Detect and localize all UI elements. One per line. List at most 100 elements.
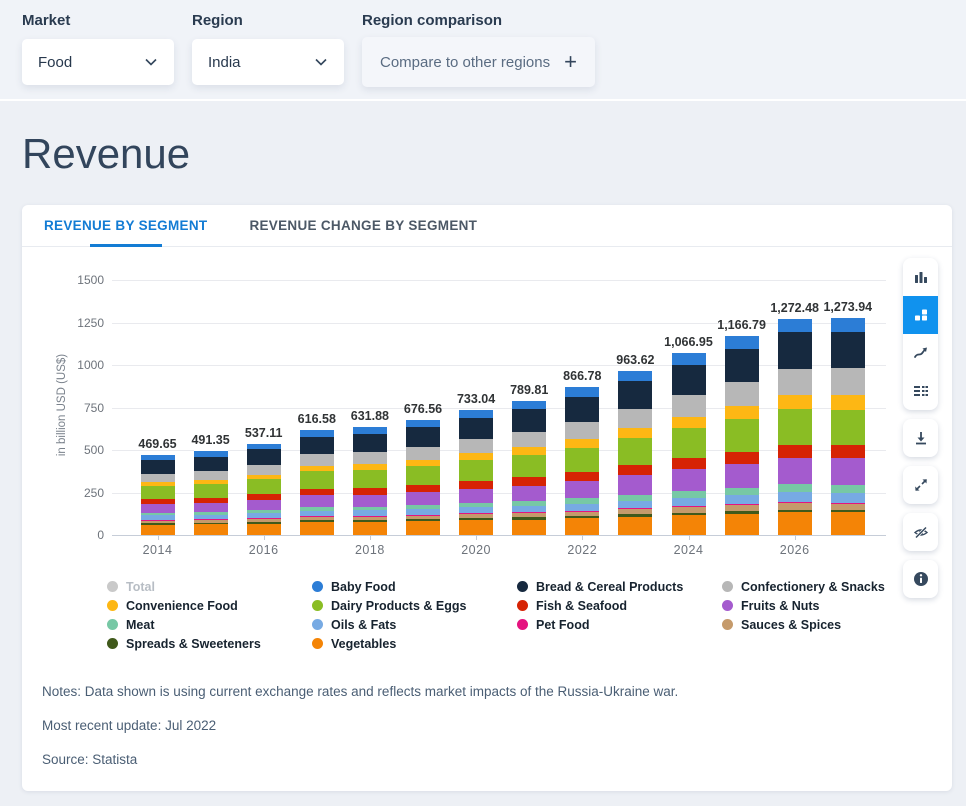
bar-segment-bread-cereal-products[interactable] xyxy=(831,332,865,369)
bar-segment-fish-seafood[interactable] xyxy=(565,472,599,481)
bar-segment-fish-seafood[interactable] xyxy=(778,445,812,458)
bar-segment-sauces-spices[interactable] xyxy=(300,516,334,520)
bar-segment-spreads-sweeteners[interactable] xyxy=(247,522,281,524)
bar-segment-confectionery-snacks[interactable] xyxy=(725,382,759,406)
legend-item-total[interactable]: Total xyxy=(107,577,312,596)
bar-segment-fruits-nuts[interactable] xyxy=(725,464,759,488)
bar-segment-confectionery-snacks[interactable] xyxy=(406,447,440,460)
bar-segment-meat[interactable] xyxy=(672,491,706,498)
bar-segment-dairy-products-eggs[interactable] xyxy=(565,448,599,472)
bar-segment-fish-seafood[interactable] xyxy=(672,458,706,469)
bar-segment-meat[interactable] xyxy=(778,484,812,492)
bar-segment-fish-seafood[interactable] xyxy=(725,452,759,464)
bar-segment-vegetables[interactable] xyxy=(725,514,759,535)
bar-segment-spreads-sweeteners[interactable] xyxy=(300,520,334,522)
data-table-button[interactable] xyxy=(903,372,938,410)
bar-segment-fruits-nuts[interactable] xyxy=(618,475,652,494)
bar-segment-oils-fats[interactable] xyxy=(141,515,175,519)
bar-segment-fruits-nuts[interactable] xyxy=(831,458,865,485)
bar-segment-meat[interactable] xyxy=(725,488,759,495)
bar-segment-spreads-sweeteners[interactable] xyxy=(194,523,228,525)
bar-segment-spreads-sweeteners[interactable] xyxy=(141,523,175,525)
bar-segment-dairy-products-eggs[interactable] xyxy=(459,460,493,481)
bar-segment-fish-seafood[interactable] xyxy=(247,494,281,500)
compare-regions-button[interactable]: Compare to other regions + xyxy=(362,37,595,87)
bar-segment-bread-cereal-products[interactable] xyxy=(406,427,440,447)
bar-segment-bread-cereal-products[interactable] xyxy=(778,332,812,369)
bar-segment-vegetables[interactable] xyxy=(778,512,812,535)
legend-item-pet-food[interactable]: Pet Food xyxy=(517,615,722,634)
bar-segment-sauces-spices[interactable] xyxy=(141,520,175,523)
legend-item-oils-fats[interactable]: Oils & Fats xyxy=(312,615,517,634)
bar-segment-spreads-sweeteners[interactable] xyxy=(725,511,759,513)
legend-item-spreads-sweeteners[interactable]: Spreads & Sweeteners xyxy=(107,634,312,653)
bar-segment-meat[interactable] xyxy=(831,485,865,493)
bar-segment-spreads-sweeteners[interactable] xyxy=(565,516,599,518)
bar-segment-sauces-spices[interactable] xyxy=(565,511,599,516)
download-button[interactable] xyxy=(903,419,938,457)
bar-segment-dairy-products-eggs[interactable] xyxy=(194,484,228,498)
bar-segment-fish-seafood[interactable] xyxy=(194,498,228,503)
bar-segment-bread-cereal-products[interactable] xyxy=(247,449,281,465)
bar-segment-dairy-products-eggs[interactable] xyxy=(778,409,812,444)
bar-segment-convenience-food[interactable] xyxy=(725,406,759,419)
bar-segment-meat[interactable] xyxy=(300,507,334,511)
bar-segment-meat[interactable] xyxy=(565,498,599,503)
bar-segment-bread-cereal-products[interactable] xyxy=(353,434,387,452)
bar-segment-convenience-food[interactable] xyxy=(406,460,440,466)
bar-segment-vegetables[interactable] xyxy=(459,520,493,535)
bar-segment-convenience-food[interactable] xyxy=(141,482,175,485)
bar-segment-fish-seafood[interactable] xyxy=(512,477,546,485)
bar-segment-bread-cereal-products[interactable] xyxy=(725,349,759,383)
bar-segment-meat[interactable] xyxy=(406,505,440,509)
bar-segment-confectionery-snacks[interactable] xyxy=(300,454,334,466)
bar-segment-oils-fats[interactable] xyxy=(300,511,334,516)
bar-segment-baby-food[interactable] xyxy=(300,430,334,437)
bar-segment-fruits-nuts[interactable] xyxy=(141,504,175,512)
bar-segment-confectionery-snacks[interactable] xyxy=(618,409,652,428)
bar-segment-fruits-nuts[interactable] xyxy=(565,481,599,498)
legend-item-dairy-products-eggs[interactable]: Dairy Products & Eggs xyxy=(312,596,517,615)
bar-segment-spreads-sweeteners[interactable] xyxy=(672,513,706,515)
bar-segment-fish-seafood[interactable] xyxy=(353,488,387,495)
bar-segment-vegetables[interactable] xyxy=(672,515,706,535)
bar-segment-oils-fats[interactable] xyxy=(459,507,493,513)
bar-segment-sauces-spices[interactable] xyxy=(353,516,387,520)
bar-segment-bread-cereal-products[interactable] xyxy=(300,437,334,455)
bar-segment-spreads-sweeteners[interactable] xyxy=(618,514,652,516)
bar-segment-oils-fats[interactable] xyxy=(672,498,706,507)
bar-segment-fruits-nuts[interactable] xyxy=(406,492,440,505)
bar-segment-fruits-nuts[interactable] xyxy=(672,469,706,491)
bar-segment-meat[interactable] xyxy=(512,501,546,506)
bar-segment-bread-cereal-products[interactable] xyxy=(618,381,652,409)
bar-segment-convenience-food[interactable] xyxy=(565,439,599,448)
bar-segment-fruits-nuts[interactable] xyxy=(353,495,387,507)
bar-segment-confectionery-snacks[interactable] xyxy=(353,452,387,464)
bar-segment-dairy-products-eggs[interactable] xyxy=(725,419,759,451)
bar-segment-convenience-food[interactable] xyxy=(512,447,546,455)
bar-segment-vegetables[interactable] xyxy=(194,524,228,535)
bar-segment-vegetables[interactable] xyxy=(353,522,387,535)
fullscreen-button[interactable] xyxy=(903,466,938,504)
region-select[interactable]: India xyxy=(192,39,344,85)
legend-item-confectionery-snacks[interactable]: Confectionery & Snacks xyxy=(722,577,927,596)
bar-segment-sauces-spices[interactable] xyxy=(194,519,228,523)
bar-segment-spreads-sweeteners[interactable] xyxy=(512,517,546,519)
bar-segment-sauces-spices[interactable] xyxy=(831,503,865,510)
bar-segment-fish-seafood[interactable] xyxy=(300,489,334,496)
legend-item-fish-seafood[interactable]: Fish & Seafood xyxy=(517,596,722,615)
bar-segment-convenience-food[interactable] xyxy=(300,466,334,471)
bar-segment-vegetables[interactable] xyxy=(831,512,865,535)
bar-segment-baby-food[interactable] xyxy=(831,318,865,331)
bar-segment-meat[interactable] xyxy=(353,507,387,511)
hide-legend-button[interactable] xyxy=(903,513,938,551)
bar-segment-baby-food[interactable] xyxy=(512,401,546,409)
bar-segment-dairy-products-eggs[interactable] xyxy=(831,410,865,445)
bar-segment-fish-seafood[interactable] xyxy=(141,499,175,504)
bar-segment-baby-food[interactable] xyxy=(247,444,281,450)
bar-segment-sauces-spices[interactable] xyxy=(725,505,759,512)
bar-segment-sauces-spices[interactable] xyxy=(618,509,652,515)
bar-segment-confectionery-snacks[interactable] xyxy=(194,471,228,480)
bar-segment-dairy-products-eggs[interactable] xyxy=(141,486,175,500)
bar-segment-oils-fats[interactable] xyxy=(565,504,599,511)
